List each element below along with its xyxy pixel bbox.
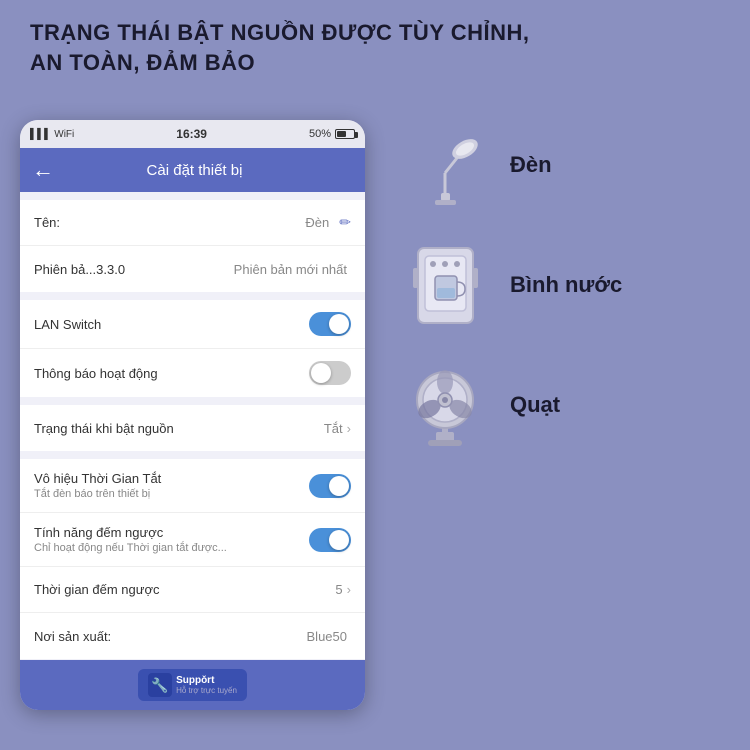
phone-mockup: ▌▌▌ WiFi 16:39 50% ← Cài đặt thiết bị Tê…	[20, 120, 365, 710]
row-tinhnang[interactable]: Tính năng đếm ngược Chỉ hoạt động nếu Th…	[20, 513, 365, 567]
lamp-icon-wrap	[400, 120, 490, 210]
label-thongbao: Thông báo hoạt động	[34, 366, 309, 381]
row-phienban: Phiên bả...3.3.0 Phiên bản mới nhất	[20, 246, 365, 292]
support-label: Suppǒrt	[176, 675, 237, 686]
water-heater-icon	[403, 238, 488, 333]
group-power: Trạng thái khi bật nguồn Tắt ›	[20, 405, 365, 451]
device-den-label: Đèn	[510, 152, 552, 178]
support-badge: 🔧 Suppǒrt Hỗ trợ trực tuyến	[138, 669, 247, 701]
label-vohieu: Vô hiệu Thời Gian Tắt	[34, 471, 309, 486]
header-line1: TRẠNG THÁI BẬT NGUỒN ĐƯỢC TÙY CHỈNH,	[30, 20, 530, 45]
nav-title: Cài đặt thiết bị	[66, 162, 323, 179]
row-noisanxuat: Nơi sản xuất: Blue50	[20, 613, 365, 659]
row-lan-switch[interactable]: LAN Switch	[20, 300, 365, 349]
toggle-lan-switch[interactable]	[309, 312, 351, 336]
value-ten: Đèn	[305, 215, 329, 230]
toggle-tinhnang[interactable]	[309, 528, 351, 552]
row-trangthai[interactable]: Trạng thái khi bật nguồn Tắt ›	[20, 405, 365, 451]
back-button[interactable]: ←	[32, 157, 54, 183]
group-advanced: Vô hiệu Thời Gian Tắt Tắt đèn báo trên t…	[20, 459, 365, 659]
device-binhnuoc: Bình nước	[400, 240, 730, 330]
device-binhnuoc-label: Bình nước	[510, 272, 622, 298]
row-thongbao[interactable]: Thông báo hoạt động	[20, 349, 365, 397]
nav-bar: ← Cài đặt thiết bị	[20, 148, 365, 192]
support-icon: 🔧	[148, 673, 172, 697]
sublabel-tinhnang: Chỉ hoạt động nếu Thời gian tắt được...	[34, 542, 309, 554]
value-noisanxuat: Blue50	[307, 629, 347, 644]
status-bar: ▌▌▌ WiFi 16:39 50%	[20, 120, 365, 148]
wifi-icon: WiFi	[54, 129, 74, 140]
header-line2: AN TOÀN, ĐẢM BẢO	[30, 50, 255, 75]
signal-icon: ▌▌▌	[30, 129, 51, 140]
status-left: ▌▌▌ WiFi	[30, 129, 74, 140]
group-switches: LAN Switch Thông báo hoạt động	[20, 300, 365, 397]
status-right: 50%	[309, 128, 355, 140]
label-lan-switch: LAN Switch	[34, 317, 309, 332]
edit-icon[interactable]: ✏	[339, 214, 351, 231]
bottom-bar: 🔧 Suppǒrt Hỗ trợ trực tuyến	[20, 660, 365, 710]
status-time: 16:39	[176, 127, 207, 141]
right-panel: Đèn Bình nước	[400, 120, 730, 450]
fan-icon	[400, 360, 490, 450]
label-phienban: Phiên bả...3.3.0	[34, 262, 234, 277]
device-quat-label: Quạt	[510, 392, 560, 418]
header-title: TRẠNG THÁI BẬT NGUỒN ĐƯỢC TÙY CHỈNH, AN …	[30, 18, 720, 77]
sublabel-vohieu: Tắt đèn báo trên thiết bị	[34, 488, 309, 500]
label-tinhnang: Tính năng đếm ngược	[34, 525, 309, 540]
row-ten[interactable]: Tên: Đèn ✏	[20, 200, 365, 246]
label-noisanxuat: Nơi sản xuất:	[34, 629, 307, 644]
battery-label: 50%	[309, 128, 331, 140]
value-trangthai: Tắt	[324, 421, 343, 436]
value-thoigian: 5	[335, 582, 342, 597]
row-thoigian[interactable]: Thời gian đếm ngược 5 ›	[20, 567, 365, 613]
chevron-thoigian-icon: ›	[347, 582, 351, 597]
device-quat: Quạt	[400, 360, 730, 450]
lamp-icon	[403, 123, 488, 208]
row-vohieu[interactable]: Vô hiệu Thời Gian Tắt Tắt đèn báo trên t…	[20, 459, 365, 513]
device-den: Đèn	[400, 120, 730, 210]
label-ten: Tên:	[34, 215, 305, 230]
label-thoigian: Thời gian đếm ngược	[34, 582, 335, 597]
toggle-thongbao[interactable]	[309, 361, 351, 385]
toggle-vohieu[interactable]	[309, 474, 351, 498]
fan-icon-wrap	[400, 360, 490, 450]
battery-icon	[335, 129, 355, 139]
settings-content: Tên: Đèn ✏ Phiên bả...3.3.0 Phiên bản mớ…	[20, 192, 365, 660]
label-trangthai: Trạng thái khi bật nguồn	[34, 421, 324, 436]
value-phienban: Phiên bản mới nhất	[234, 262, 347, 277]
water-heater-icon-wrap	[400, 240, 490, 330]
chevron-trangthai-icon: ›	[347, 421, 351, 436]
group-info: Tên: Đèn ✏ Phiên bả...3.3.0 Phiên bản mớ…	[20, 200, 365, 292]
